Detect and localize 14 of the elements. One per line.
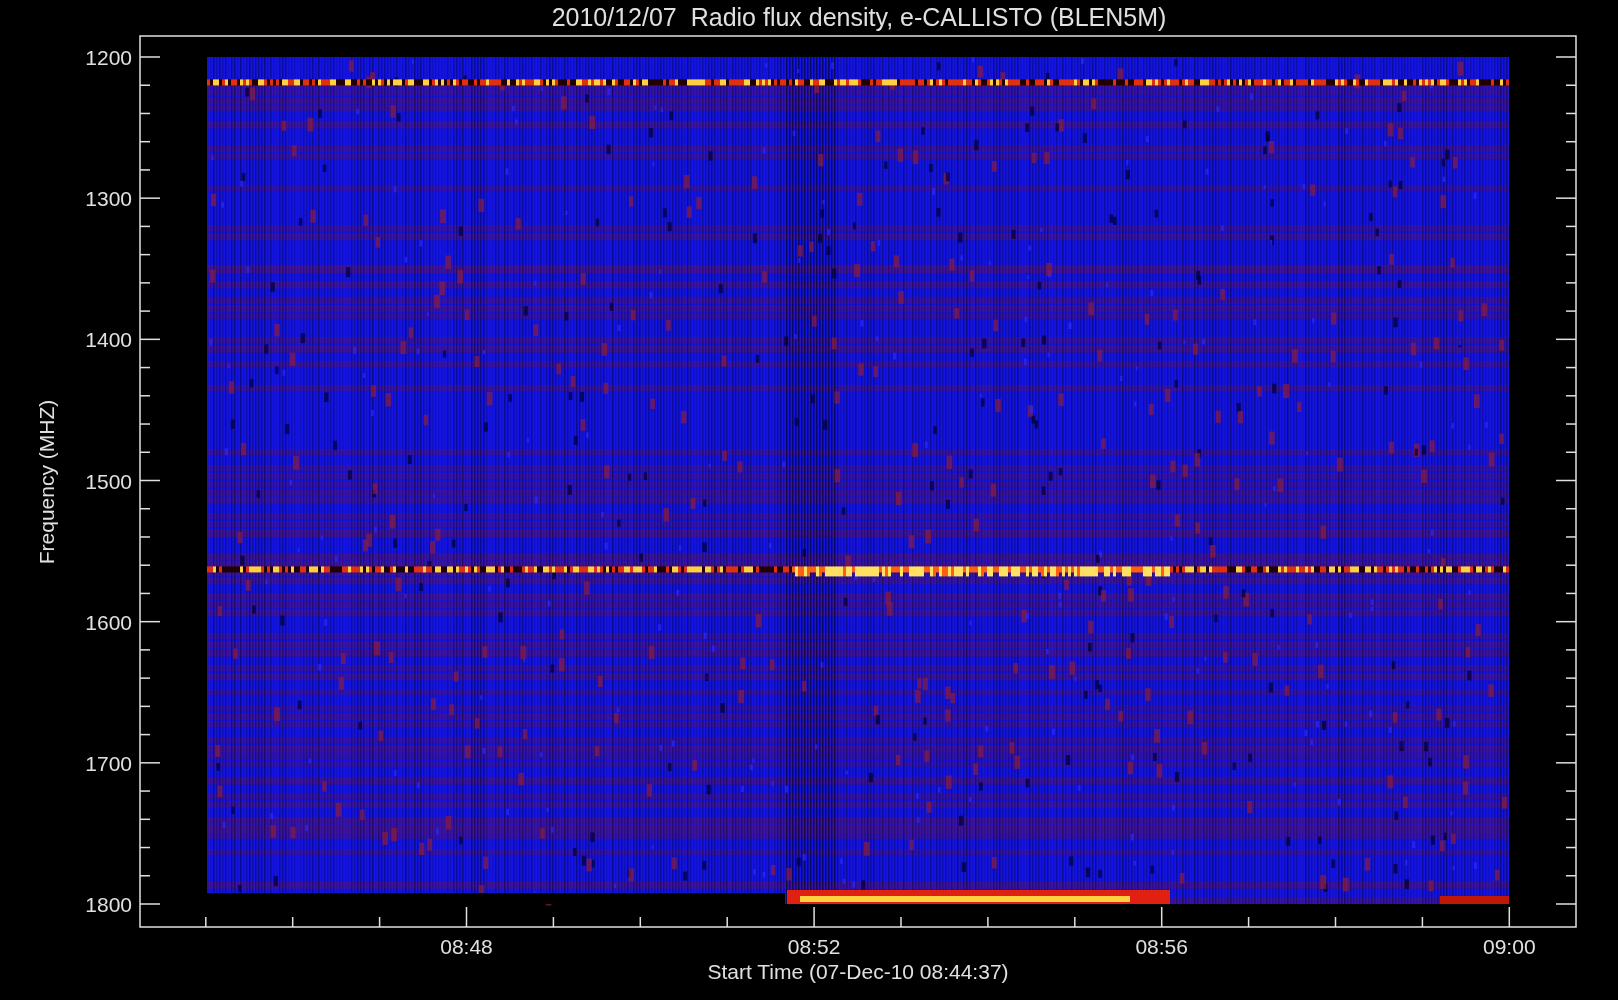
tick-label: 09:00	[1483, 935, 1536, 958]
tick-label: 1400	[85, 328, 132, 352]
tick-label: 1200	[85, 46, 132, 69]
axis-title: Start Time (07-Dec-10 08:44:37)	[707, 960, 1009, 983]
tick-label: 1500	[85, 469, 132, 493]
tick-label: 08:56	[1135, 935, 1188, 958]
tick-label: 1300	[85, 187, 132, 211]
tick-label: 1800	[85, 893, 132, 916]
tick-label: 1600	[85, 610, 132, 634]
axis-title: Frequency (MHZ)	[35, 399, 58, 565]
chart-title: 2010/12/07 Radio flux density, e-CALLISTO (BLEN5M)	[551, 3, 1167, 31]
tick-label: 1700	[85, 751, 132, 775]
tick-label: 08:48	[440, 935, 493, 958]
tick-label: 08:52	[787, 935, 841, 958]
